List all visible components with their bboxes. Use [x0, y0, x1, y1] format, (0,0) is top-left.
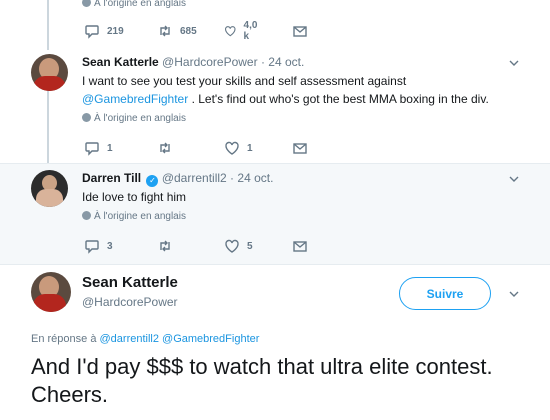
- reply-count: 3: [107, 240, 113, 252]
- retweet-button[interactable]: [157, 237, 173, 255]
- translate-note[interactable]: À l'origine en anglais: [82, 113, 186, 124]
- verified-badge-icon: ✓: [146, 175, 159, 187]
- retweet-icon: [160, 25, 170, 37]
- envelope-icon: [293, 26, 307, 37]
- tweet-text: Ide love to fight him: [82, 190, 187, 204]
- follow-button[interactable]: Suivre: [399, 277, 491, 310]
- dm-button[interactable]: [292, 139, 308, 157]
- like-count: 1: [247, 142, 253, 154]
- tweet-date[interactable]: 24 oct.: [268, 55, 304, 69]
- retweet-icon: [160, 240, 170, 252]
- avatar[interactable]: [31, 54, 68, 91]
- heart-icon: [225, 141, 239, 155]
- tweet-sean-1[interactable]: Sean Katterle @HardcorePower · 24 oct. I…: [0, 48, 550, 163]
- translate-note[interactable]: À l'origine en anglais: [82, 211, 186, 222]
- envelope-icon: [293, 143, 307, 154]
- translate-label: À l'origine en anglais: [94, 211, 186, 222]
- like-button[interactable]: 4,0 k: [224, 20, 261, 42]
- avatar[interactable]: [31, 170, 68, 207]
- reply-button[interactable]: 1: [84, 139, 113, 157]
- mention-link[interactable]: @darrentill2: [100, 333, 159, 345]
- reply-button[interactable]: 3: [84, 237, 113, 255]
- reply-context: En réponse à @darrentill2 @GamebredFight…: [31, 333, 259, 345]
- display-name[interactable]: Sean Katterle: [82, 55, 159, 69]
- mention-link[interactable]: @GamebredFighter: [162, 333, 259, 345]
- separator-dot: ·: [260, 55, 265, 69]
- tweet-previous[interactable]: À l'origine en anglais 219 685 4,0 k: [0, 0, 550, 48]
- main-tweet-text: And I'd pay $$$ to watch that ultra elit…: [31, 354, 493, 407]
- tweet-header: Sean Katterle @HardcorePower · 24 oct.: [82, 55, 304, 69]
- reply-count: 1: [107, 142, 113, 154]
- chevron-down-icon[interactable]: [508, 173, 520, 185]
- tweet-header: Darren Till ✓ @darrentill2 · 24 oct.: [82, 171, 273, 187]
- separator-dot: ·: [230, 171, 235, 185]
- retweet-button[interactable]: [157, 139, 173, 157]
- tweet-text-part1: I want to see you test your skills and s…: [82, 74, 407, 88]
- reply-count: 219: [107, 25, 124, 37]
- dm-button[interactable]: [292, 22, 308, 40]
- user-handle[interactable]: @darrentill2: [162, 171, 227, 185]
- reply-button[interactable]: 219: [84, 22, 124, 40]
- reply-icon: [85, 240, 99, 254]
- mention-link[interactable]: @GamebredFighter: [82, 92, 188, 106]
- tweet-text: I want to see you test your skills and s…: [82, 72, 512, 108]
- like-count: 5: [247, 240, 253, 252]
- envelope-icon: [293, 241, 307, 252]
- display-name[interactable]: Sean Katterle: [82, 274, 178, 291]
- translate-note[interactable]: À l'origine en anglais: [82, 0, 186, 9]
- like-button[interactable]: 1: [224, 139, 253, 157]
- heart-icon: [225, 239, 239, 253]
- tweet-darren[interactable]: Darren Till ✓ @darrentill2 · 24 oct. Ide…: [0, 164, 550, 264]
- retweet-count: 685: [180, 25, 197, 37]
- reply-icon: [85, 142, 99, 156]
- dm-button[interactable]: [292, 237, 308, 255]
- chevron-down-icon[interactable]: [508, 57, 520, 69]
- translate-label: À l'origine en anglais: [94, 113, 186, 124]
- avatar[interactable]: [31, 272, 71, 312]
- heart-icon: [225, 26, 236, 37]
- globe-icon: [82, 0, 91, 7]
- globe-icon: [82, 211, 91, 220]
- user-handle[interactable]: @HardcorePower: [82, 295, 178, 309]
- display-name[interactable]: Darren Till: [82, 171, 141, 185]
- like-button[interactable]: 5: [224, 237, 253, 255]
- retweet-button[interactable]: 685: [157, 22, 197, 40]
- translate-label: À l'origine en anglais: [94, 0, 186, 9]
- tweet-text-part2: . Let's find out who's got the best MMA …: [191, 92, 489, 106]
- like-count: 4,0 k: [243, 20, 258, 42]
- chevron-down-icon[interactable]: [508, 288, 520, 300]
- tweet-date[interactable]: 24 oct.: [237, 171, 273, 185]
- retweet-icon: [160, 142, 170, 154]
- globe-icon: [82, 113, 91, 122]
- reply-icon: [85, 25, 99, 39]
- user-handle[interactable]: @HardcorePower: [162, 55, 258, 69]
- reply-prefix: En réponse à: [31, 333, 97, 345]
